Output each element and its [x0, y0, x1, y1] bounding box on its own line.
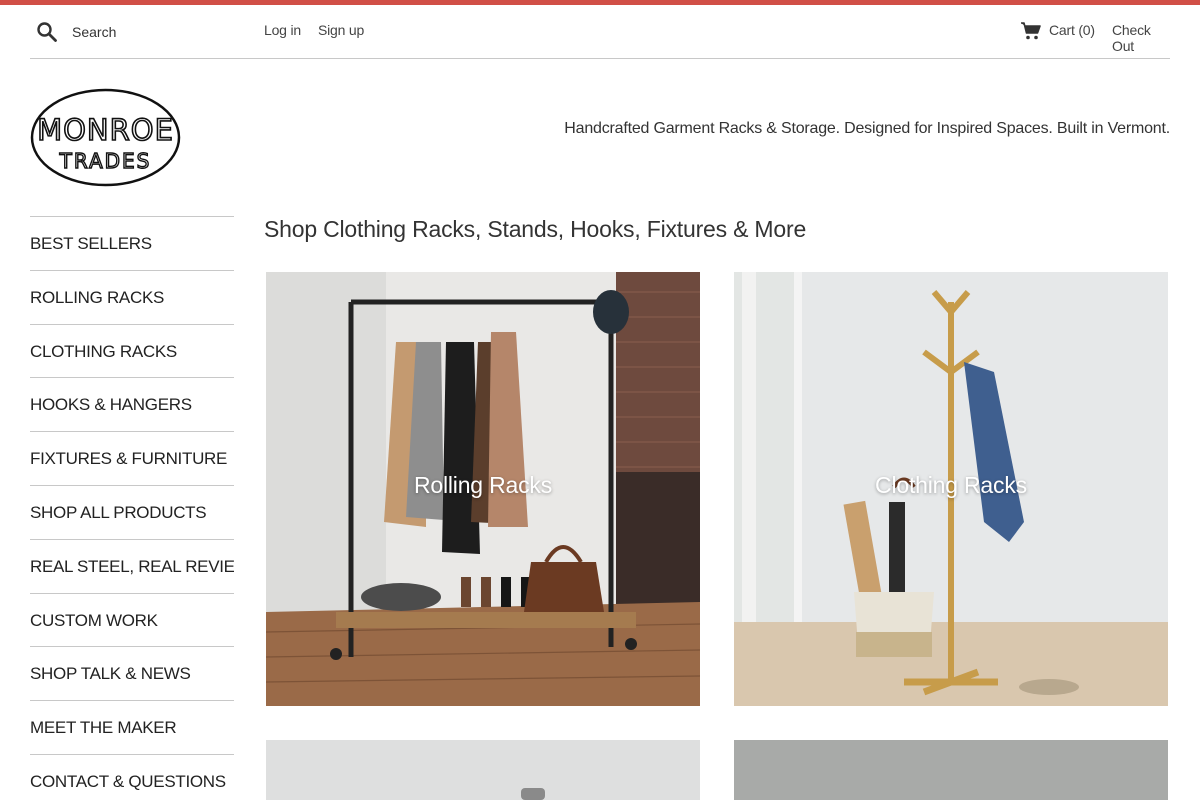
sidebar-item-rolling-racks[interactable]: ROLLING RACKS: [30, 269, 234, 324]
top-bar: Log in Sign up Cart (0) Check Out: [30, 5, 1170, 59]
sidebar-nav: BEST SELLERS ROLLING RACKS CLOTHING RACK…: [30, 216, 234, 800]
site-tagline: Handcrafted Garment Racks & Storage. Des…: [564, 120, 1170, 137]
search-input[interactable]: [72, 20, 252, 44]
sidebar-item-shop-all[interactable]: SHOP ALL PRODUCTS: [30, 484, 234, 539]
cart-link[interactable]: Cart (0): [1049, 22, 1095, 38]
sidebar-item-reviews[interactable]: REAL STEEL, REAL REVIEWS: [30, 538, 234, 593]
sidebar-item-hooks-hangers[interactable]: HOOKS & HANGERS: [30, 377, 234, 431]
search-icon[interactable]: [36, 21, 58, 43]
sidebar-item-shop-talk[interactable]: SHOP TALK & NEWS: [30, 646, 234, 700]
cart-icon[interactable]: [1020, 21, 1042, 41]
sidebar-item-meet-maker[interactable]: MEET THE MAKER: [30, 700, 234, 754]
collection-tile-rolling-racks[interactable]: Rolling Racks: [266, 272, 700, 706]
collection-tile-4[interactable]: [734, 740, 1168, 800]
collection-tile-clothing-racks[interactable]: Clothing Racks: [734, 272, 1168, 706]
checkout-link[interactable]: Check Out: [1112, 22, 1170, 54]
login-link[interactable]: Log in: [264, 22, 301, 38]
monroe-trades-logo[interactable]: MONROE TRADES: [30, 88, 181, 187]
sidebar-item-custom-work[interactable]: CUSTOM WORK: [30, 592, 234, 647]
sidebar-item-best-sellers[interactable]: BEST SELLERS: [30, 216, 234, 270]
page-title: Shop Clothing Racks, Stands, Hooks, Fixt…: [264, 216, 807, 242]
collection-photo: [734, 740, 1168, 800]
collection-tile-3[interactable]: [266, 740, 700, 800]
signup-link[interactable]: Sign up: [318, 22, 364, 38]
collection-label: Clothing Racks: [875, 472, 1027, 498]
sidebar-item-fixtures-furniture[interactable]: FIXTURES & FURNITURE: [30, 431, 234, 485]
sidebar-item-clothing-racks[interactable]: CLOTHING RACKS: [30, 323, 234, 378]
logo-text-trades: TRADES: [59, 149, 152, 173]
logo-text-monroe: MONROE: [37, 113, 174, 147]
sidebar-item-contact[interactable]: CONTACT & QUESTIONS: [30, 753, 234, 800]
collection-photo: [266, 740, 700, 800]
collection-label: Rolling Racks: [413, 472, 552, 498]
